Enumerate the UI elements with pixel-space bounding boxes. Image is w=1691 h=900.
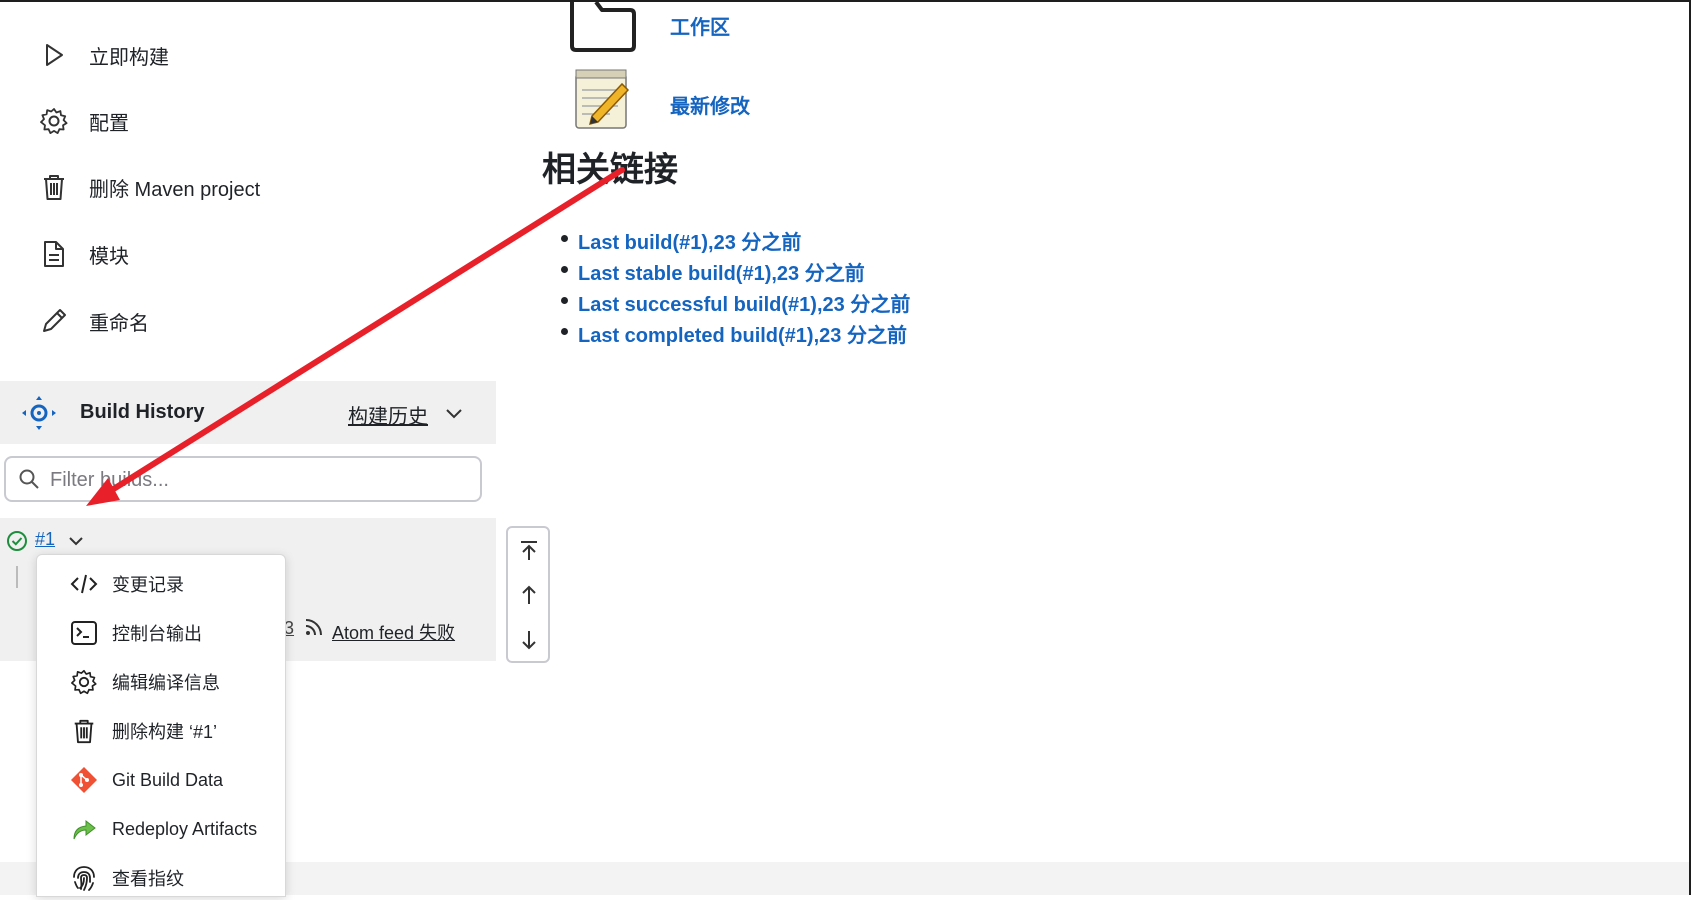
workspace-link[interactable]: 工作区 [670, 11, 730, 40]
task-delete-project[interactable]: 删除 Maven project [34, 165, 454, 209]
notepad-icon [570, 64, 634, 137]
atom-feed-failures-link[interactable]: Atom feed 失败 [332, 619, 455, 645]
menu-item-console-output[interactable]: 控制台输出 [37, 611, 285, 655]
menu-item-label: 控制台输出 [112, 624, 202, 644]
fingerprint-icon [69, 863, 99, 893]
menu-item-delete-build[interactable]: 删除构建 ‘#1’ [37, 709, 285, 753]
folder-icon [568, 0, 640, 57]
scroll-down-icon[interactable] [517, 628, 541, 652]
trash-icon [69, 716, 99, 746]
play-icon [34, 35, 74, 75]
chevron-down-icon[interactable] [442, 401, 466, 425]
menu-item-git-build-data[interactable]: Git Build Data [37, 758, 285, 802]
build-trend-link[interactable]: 构建历史 [348, 400, 428, 429]
menu-item-label: 变更记录 [112, 575, 184, 595]
task-build-now[interactable]: 立即构建 [34, 33, 454, 77]
task-label: 重命名 [89, 312, 149, 335]
recent-changes-link[interactable]: 最新修改 [670, 90, 750, 119]
filter-builds-field [4, 456, 482, 502]
menu-item-changes[interactable]: 变更记录 [37, 562, 285, 606]
rss-icon [303, 616, 325, 638]
task-configure[interactable]: 配置 [34, 99, 454, 143]
menu-item-label: 删除构建 ‘#1’ [112, 722, 218, 742]
related-links-list: Last build(#1),23 分之前 Last stable build(… [560, 226, 910, 350]
last-successful-build-link[interactable]: Last successful build(#1),23 分之前 [560, 288, 910, 319]
last-stable-build-link[interactable]: Last stable build(#1),23 分之前 [560, 257, 910, 288]
task-modules[interactable]: 模块 [34, 232, 454, 276]
scroll-to-top-icon[interactable] [517, 539, 541, 563]
menu-item-edit-build-info[interactable]: 编辑编译信息 [37, 660, 285, 704]
build-history-header: Build History 构建历史 [0, 381, 496, 444]
scroll-controls [506, 526, 550, 663]
build-context-menu: 变更记录 控制台输出 编辑编译信息 删除构建 ‘#1’ Git Build Da… [36, 554, 286, 897]
menu-item-label: 编辑编译信息 [112, 673, 220, 693]
success-status-icon [6, 530, 28, 552]
trash-icon [34, 167, 74, 207]
task-label: 模块 [89, 245, 129, 268]
build-history-icon [20, 394, 58, 432]
task-label: 删除 Maven project [89, 178, 261, 201]
filter-builds-input[interactable] [48, 466, 472, 494]
menu-item-redeploy-artifacts[interactable]: Redeploy Artifacts [37, 807, 285, 851]
last-completed-build-link[interactable]: Last completed build(#1),23 分之前 [560, 319, 910, 350]
menu-item-fingerprints[interactable]: 查看指纹 [37, 856, 285, 900]
document-icon [34, 234, 74, 274]
window-top-border [0, 0, 1691, 2]
gear-icon [69, 667, 99, 697]
last-build-link[interactable]: Last build(#1),23 分之前 [560, 226, 910, 257]
build-menu-chevron-icon[interactable] [65, 530, 87, 552]
task-rename[interactable]: 重命名 [34, 299, 454, 343]
build-history-title: Build History [80, 401, 205, 423]
pencil-icon [34, 301, 74, 341]
task-label: 配置 [89, 112, 129, 135]
menu-item-label: 查看指纹 [112, 869, 184, 889]
code-icon [69, 569, 99, 599]
scroll-up-icon[interactable] [517, 583, 541, 607]
task-label: 立即构建 [89, 46, 169, 69]
gear-icon [34, 101, 74, 141]
build-number-link[interactable]: #1 [35, 529, 55, 550]
related-links-title: 相关链接 [542, 151, 678, 189]
redeploy-icon [69, 814, 99, 844]
menu-item-label: Redeploy Artifacts [112, 818, 258, 839]
menu-item-label: Git Build Data [112, 769, 224, 790]
build-progress-bar [16, 566, 18, 588]
git-icon [69, 765, 99, 795]
search-icon [18, 468, 40, 490]
terminal-icon [69, 618, 99, 648]
